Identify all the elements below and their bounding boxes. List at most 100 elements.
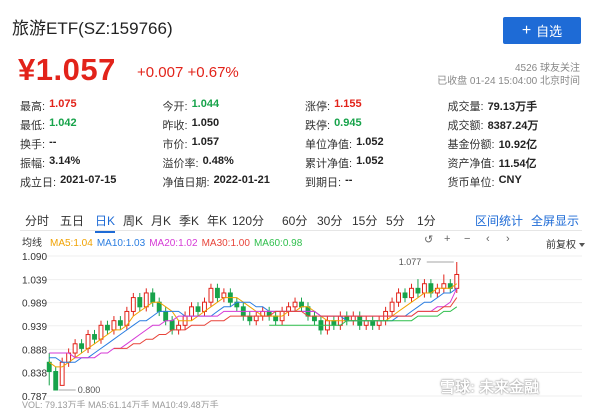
stat-value: -- (49, 135, 57, 148)
candle-body (312, 315, 317, 322)
candle-body (117, 320, 123, 326)
stat-cell: 资产净值: 11.54亿 (448, 155, 591, 171)
stat-label: 成立日: (20, 176, 57, 189)
tab-fullscreen[interactable]: 全屏显示 (531, 212, 579, 229)
stat-value: 8387.24万 (487, 119, 539, 132)
stat-label: 涨停: (305, 100, 331, 113)
stat-value: 3.14% (49, 154, 81, 167)
candle-body (421, 283, 427, 294)
candle-body (72, 343, 78, 354)
stat-label: 到期日: (305, 176, 342, 189)
y-tick-label: 0.838 (22, 368, 47, 379)
y-tick-label: 0.939 (22, 322, 47, 333)
candle-body (143, 292, 149, 308)
stat-label: 成交量: (447, 100, 484, 113)
candle-body (79, 343, 85, 349)
stat-cell: 换手: -- (20, 136, 163, 152)
tab-period[interactable]: 120分 (232, 212, 264, 229)
y-tick-label: 1.039 (22, 276, 47, 287)
stat-value: 1.050 (191, 116, 220, 129)
tab-period[interactable]: 30分 (317, 212, 342, 229)
tab-period[interactable]: 分时 (25, 212, 49, 229)
candle-body (409, 287, 414, 299)
stat-value: 1.052 (356, 135, 384, 148)
stat-cell: 振幅: 3.14% (20, 155, 163, 171)
stat-cell: 到期日: -- (305, 174, 448, 190)
tab-period[interactable]: 60分 (282, 212, 307, 229)
candle-body (98, 324, 104, 340)
candle-body (376, 320, 382, 326)
stat-label: 货币单位: (447, 176, 495, 189)
tab-range-stats[interactable]: 区间统计 (475, 212, 523, 229)
stat-row: 换手: -- 市价: 1.057 单位净值: 1.052 基金份额: 10.92亿 (20, 134, 590, 153)
stat-cell: 昨收: 1.050 (163, 117, 306, 133)
stat-label: 溢价率: (162, 157, 199, 170)
candle-body (195, 306, 201, 312)
candle-body (454, 273, 460, 289)
stat-value: 2022-01-21 (213, 173, 270, 186)
stat-cell: 市价: 1.057 (163, 136, 306, 152)
zoom-out-icon[interactable]: − (464, 233, 470, 245)
market-status-time: 已收盘 01-24 15:04:00 北京时间 (437, 76, 580, 87)
candle-body (176, 324, 182, 331)
candle-body (169, 320, 175, 331)
tab-period[interactable]: 季K (179, 212, 199, 229)
watermark: 雪球: 未来金融 (440, 379, 540, 396)
candle-body (247, 315, 253, 322)
candle-body (350, 315, 356, 322)
candle-body (221, 292, 227, 299)
candle-body (111, 320, 117, 331)
y-tick-label: 0.989 (22, 299, 47, 310)
tab-period[interactable]: 周K (123, 212, 143, 229)
zoom-in-icon[interactable]: + (444, 233, 450, 245)
stat-label: 最高: (20, 100, 46, 113)
tab-period[interactable]: 15分 (352, 212, 377, 229)
stat-label: 净值日期: (162, 176, 210, 189)
reset-icon[interactable]: ↺ (424, 233, 433, 246)
candle-body (415, 287, 421, 294)
stat-cell: 最高: 1.075 (20, 98, 163, 114)
stat-value: 0.945 (334, 116, 362, 129)
candle-body (253, 315, 259, 322)
candle-body (92, 334, 97, 340)
stat-cell: 净值日期: 2022-01-21 (163, 174, 306, 190)
stat-label: 今开: (162, 100, 188, 113)
volume-legend: VOL: 79.13万手 MA5:61.14万手 MA10:49.48万手 (22, 399, 219, 408)
y-tick-label: 0.888 (22, 345, 47, 356)
stat-label: 累计净值: (305, 157, 353, 170)
candle-body (214, 287, 220, 299)
stat-value: 1.042 (49, 116, 77, 129)
stat-cell: 今开: 1.044 (163, 98, 306, 114)
plus-icon: + (521, 21, 532, 39)
tab-period[interactable]: 月K (151, 212, 171, 229)
stat-value: 11.54亿 (498, 157, 537, 170)
candle-body (396, 292, 401, 303)
chevron-left-icon[interactable]: ‹ (486, 233, 490, 245)
stat-value: 79.13万手 (487, 100, 538, 113)
current-price: ¥1.057 (18, 52, 116, 87)
stat-value: 1.155 (334, 97, 362, 110)
tab-period[interactable]: 1分 (417, 212, 436, 229)
tabs-divider (20, 230, 582, 231)
stat-label: 市价: (162, 138, 188, 151)
tab-period[interactable]: 年K (207, 212, 227, 229)
add-watchlist-button[interactable]: + 自选 (503, 17, 581, 44)
stat-cell: 最低: 1.042 (20, 117, 163, 133)
high-price-label: 1.077 (399, 257, 422, 267)
stat-value: 1.044 (191, 97, 220, 110)
stat-label: 资产净值: (447, 157, 495, 170)
add-watchlist-label: 自选 (536, 24, 563, 39)
stat-row: 振幅: 3.14% 溢价率: 0.48% 累计净值: 1.052 资产净值: 11.54亿 (20, 153, 590, 172)
chevron-right-icon[interactable]: › (506, 233, 510, 245)
stat-row: 最高: 1.075 今开: 1.044 涨停: 1.155 成交量: 79.13万手 (20, 96, 590, 115)
candle-body (286, 306, 292, 312)
candle-body (130, 297, 136, 312)
price-change: +0.007 +0.67% (137, 64, 239, 81)
tab-period[interactable]: 5分 (386, 212, 405, 229)
candle-body (150, 292, 156, 303)
candle-body (363, 320, 369, 326)
quote-stats-grid: 最高: 1.075 今开: 1.044 涨停: 1.155 成交量: 79.13万手 最低: 1.… (20, 96, 590, 191)
tab-period[interactable]: 五日 (60, 212, 84, 229)
stat-cell: 单位净值: 1.052 (305, 136, 448, 152)
low-price-label: 0.800 (78, 385, 101, 395)
